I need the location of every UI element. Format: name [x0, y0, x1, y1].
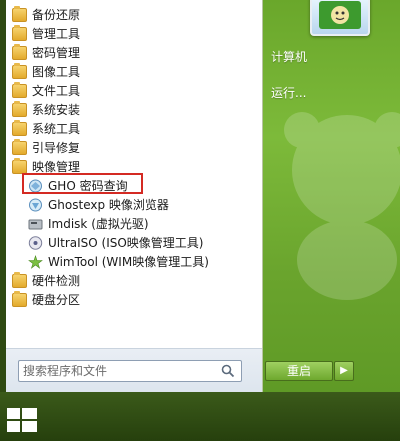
run-link[interactable]: 运行...: [271, 84, 306, 101]
computer-link[interactable]: 计算机: [271, 48, 307, 65]
menu-item-hardware-detect[interactable]: 硬件检测: [0, 272, 256, 291]
menu-item-boot-repair[interactable]: 引导修复: [0, 139, 256, 158]
folder-icon: [12, 82, 27, 98]
menu-item-system-install[interactable]: 系统安装: [0, 101, 256, 120]
taskbar: [0, 392, 400, 441]
folder-icon: [12, 6, 27, 22]
ultraiso-icon: [28, 236, 43, 250]
windows-start-icon[interactable]: [4, 404, 40, 436]
highlight-box: [22, 173, 143, 194]
restart-button[interactable]: 重启: [265, 361, 333, 381]
menu-item-label: Ghostexp 映像浏览器: [48, 198, 169, 212]
menu-item-label: 备份还原: [32, 8, 81, 22]
ghostexp-icon: [29, 198, 42, 212]
imdisk-icon: [28, 219, 43, 230]
menu-item-label: UltraISO (ISO映像管理工具): [48, 236, 204, 250]
menu-item-imdisk[interactable]: Imdisk (虚拟光驱): [0, 215, 256, 234]
menu-item-label: 硬盘分区: [32, 293, 81, 307]
folder-icon: [12, 25, 27, 41]
menu-item-label: Imdisk (虚拟光驱): [48, 217, 149, 231]
menu-item-label: WimTool (WIM映像管理工具): [48, 255, 209, 269]
menu-item-disk-partition[interactable]: 硬盘分区: [0, 291, 256, 310]
folder-icon: [12, 44, 27, 60]
folder-icon: [12, 158, 27, 174]
menu-item-password-management[interactable]: 密码管理: [0, 44, 256, 63]
menu-item-label: 系统工具: [32, 122, 81, 136]
folder-icon: [12, 101, 27, 117]
user-avatar[interactable]: [310, 0, 370, 36]
menu-item-management-tools[interactable]: 管理工具: [0, 25, 256, 44]
user-picture-icon: [331, 6, 349, 24]
mascot-watermark-icon: [284, 112, 400, 300]
menu-item-label: 硬件检测: [32, 274, 81, 288]
menu-item-label: 系统安装: [32, 103, 81, 117]
menu-item-ghostexp[interactable]: Ghostexp 映像浏览器: [0, 196, 256, 215]
search-icon[interactable]: [221, 364, 235, 378]
menu-item-label: 引导修复: [32, 141, 81, 155]
menu-item-backup-restore[interactable]: 备份还原: [0, 6, 256, 25]
folder-icon: [12, 272, 27, 288]
search-box[interactable]: [18, 360, 242, 382]
menu-item-label: 图像工具: [32, 65, 81, 79]
menu-item-image-tools[interactable]: 图像工具: [0, 63, 256, 82]
folder-icon: [12, 120, 27, 136]
menu-item-file-tools[interactable]: 文件工具: [0, 82, 256, 101]
folder-icon: [12, 139, 27, 155]
menu-item-system-tools[interactable]: 系统工具: [0, 120, 256, 139]
menu-item-label: 管理工具: [32, 27, 81, 41]
menu-item-wimtool[interactable]: WimTool (WIM映像管理工具): [0, 253, 256, 272]
folder-icon: [12, 291, 27, 307]
folder-icon: [12, 63, 27, 79]
menu-item-label: 文件工具: [32, 84, 81, 98]
wimtool-icon: [28, 255, 43, 269]
search-input[interactable]: [23, 363, 213, 379]
menu-item-label: 密码管理: [32, 46, 81, 60]
power-options-arrow-button[interactable]: ▶: [334, 361, 354, 381]
menu-item-ultraiso[interactable]: UltraISO (ISO映像管理工具): [0, 234, 256, 253]
